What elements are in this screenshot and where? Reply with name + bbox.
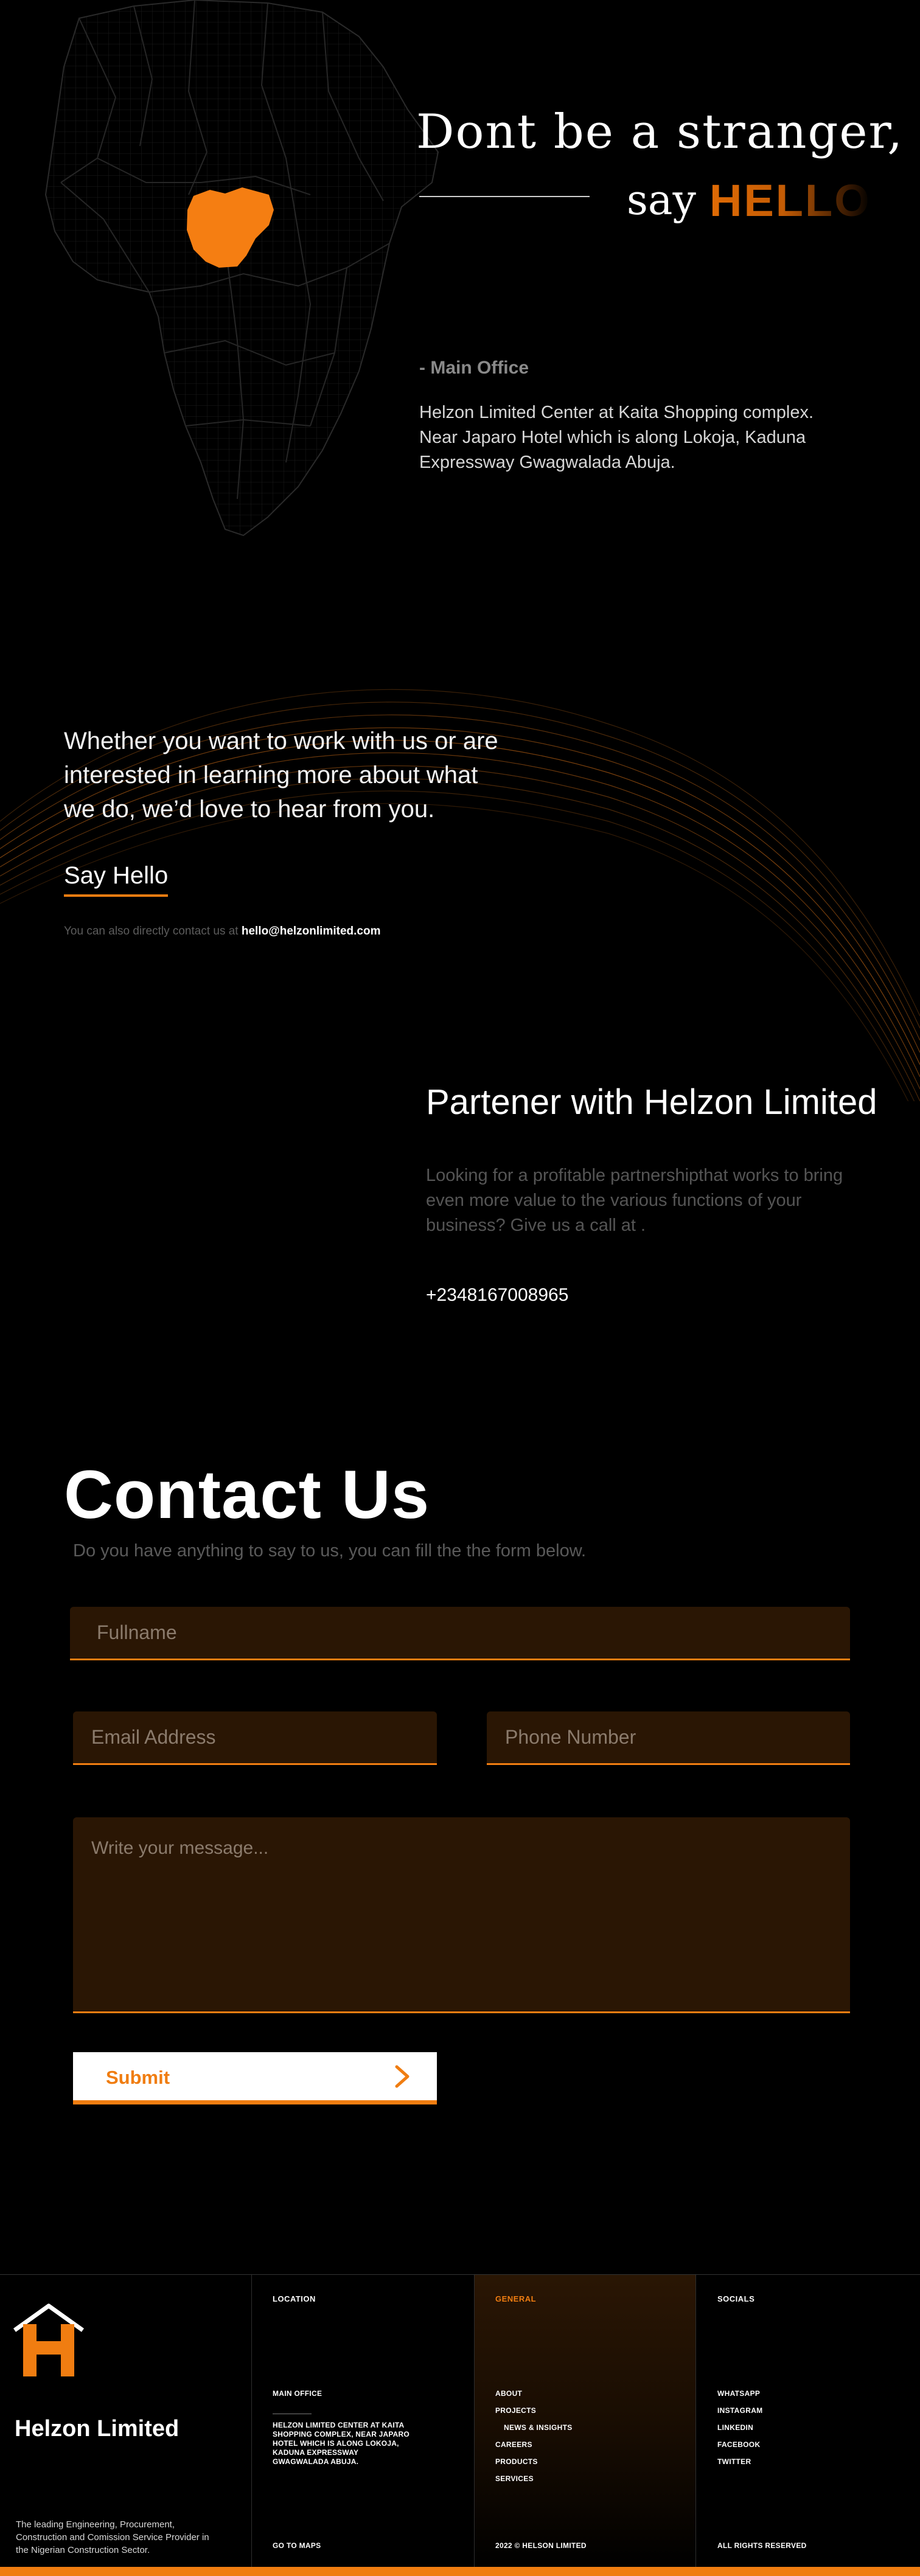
- submit-label: Submit: [106, 2067, 170, 2088]
- helzon-logo-icon: [13, 2303, 85, 2376]
- go-to-maps-link[interactable]: GO TO MAPS: [273, 2541, 321, 2550]
- general-links: ABOUT PROJECTS NEWS & INSIGHTS CAREERS P…: [495, 2389, 573, 2491]
- hero-hello: HELLO: [709, 175, 871, 226]
- socials-heading: SOCIALS: [717, 2294, 755, 2303]
- column-divider: [474, 2275, 475, 2567]
- social-links: WHATSAPP INSTAGRAM LINKEDIN FACEBOOK TWI…: [717, 2389, 762, 2474]
- phone-field[interactable]: Phone Number: [487, 1711, 850, 1765]
- location-heading: LOCATION: [273, 2294, 316, 2303]
- footer-link-news-insights[interactable]: NEWS & INSIGHTS: [495, 2423, 573, 2440]
- footer-address: HELZON LIMITED CENTER AT KAITA SHOPPING …: [273, 2421, 409, 2466]
- footer-link-about[interactable]: ABOUT: [495, 2389, 573, 2406]
- contact-title: Contact Us: [64, 1457, 430, 1533]
- direct-contact-line: You can also directly contact us at hell…: [64, 925, 380, 938]
- footer-accent-bar: [0, 2567, 920, 2576]
- footer-link-products[interactable]: PRODUCTS: [495, 2457, 573, 2474]
- contact-subtitle: Do you have anything to say to us, you c…: [73, 1541, 587, 1561]
- say-hello-link[interactable]: Say Hello: [64, 862, 169, 897]
- partner-title: Partener with Helzon Limited: [426, 1082, 877, 1122]
- email-placeholder: Email Address: [91, 1726, 216, 1748]
- social-link-instagram[interactable]: INSTAGRAM: [717, 2406, 762, 2423]
- footer-link-projects[interactable]: PROJECTS: [495, 2406, 573, 2423]
- main-office-heading: MAIN OFFICE: [273, 2389, 322, 2398]
- social-link-facebook[interactable]: FACEBOOK: [717, 2440, 762, 2457]
- hello-intro-text: Whether you want to work with us or are …: [64, 728, 498, 823]
- fullname-field[interactable]: Fullname: [70, 1607, 850, 1660]
- partner-phone[interactable]: +2348167008965: [426, 1285, 568, 1306]
- contact-email-link[interactable]: hello@helzonlimited.com: [242, 925, 381, 938]
- hero-say: say: [627, 176, 696, 225]
- africa-map: [44, 0, 439, 537]
- main-office-address: Helzon Limited Center at Kaita Shopping …: [419, 403, 814, 472]
- hero-divider: [419, 196, 590, 197]
- hero-title: Dont be a stranger,: [416, 105, 904, 159]
- footer: Helzon Limited The leading Engineering, …: [0, 2274, 920, 2576]
- social-link-whatsapp[interactable]: WHATSAPP: [717, 2389, 762, 2406]
- submit-button[interactable]: Submit: [73, 2052, 437, 2104]
- footer-rights: ALL RIGHTS RESERVED: [717, 2541, 807, 2550]
- main-office-label: - Main Office: [419, 358, 529, 378]
- social-link-twitter[interactable]: TWITTER: [717, 2457, 762, 2474]
- general-heading: GENERAL: [495, 2294, 537, 2303]
- footer-link-careers[interactable]: CAREERS: [495, 2440, 573, 2457]
- chevron-right-icon: [395, 2065, 409, 2088]
- message-field[interactable]: Write your message...: [73, 1817, 850, 2013]
- hero-section: Dont be a stranger, say HELLO - Main Off…: [0, 0, 920, 608]
- column-divider: [251, 2275, 252, 2567]
- footer-link-services[interactable]: SERVICES: [495, 2474, 573, 2491]
- phone-placeholder: Phone Number: [505, 1726, 636, 1748]
- message-placeholder: Write your message...: [91, 1838, 269, 1858]
- footer-tagline: The leading Engineering, Procurement, Co…: [16, 2519, 209, 2555]
- column-divider: [695, 2275, 696, 2567]
- email-field[interactable]: Email Address: [73, 1711, 437, 1765]
- fullname-placeholder: Fullname: [97, 1621, 177, 1643]
- footer-copyright: 2022 © HELSON LIMITED: [495, 2541, 587, 2550]
- footer-brand: Helzon Limited: [15, 2416, 179, 2442]
- social-link-linkedin[interactable]: LINKEDIN: [717, 2423, 762, 2440]
- partner-text: Looking for a profitable partnershipthat…: [426, 1166, 843, 1235]
- direct-contact-prefix: You can also directly contact us at: [64, 925, 242, 938]
